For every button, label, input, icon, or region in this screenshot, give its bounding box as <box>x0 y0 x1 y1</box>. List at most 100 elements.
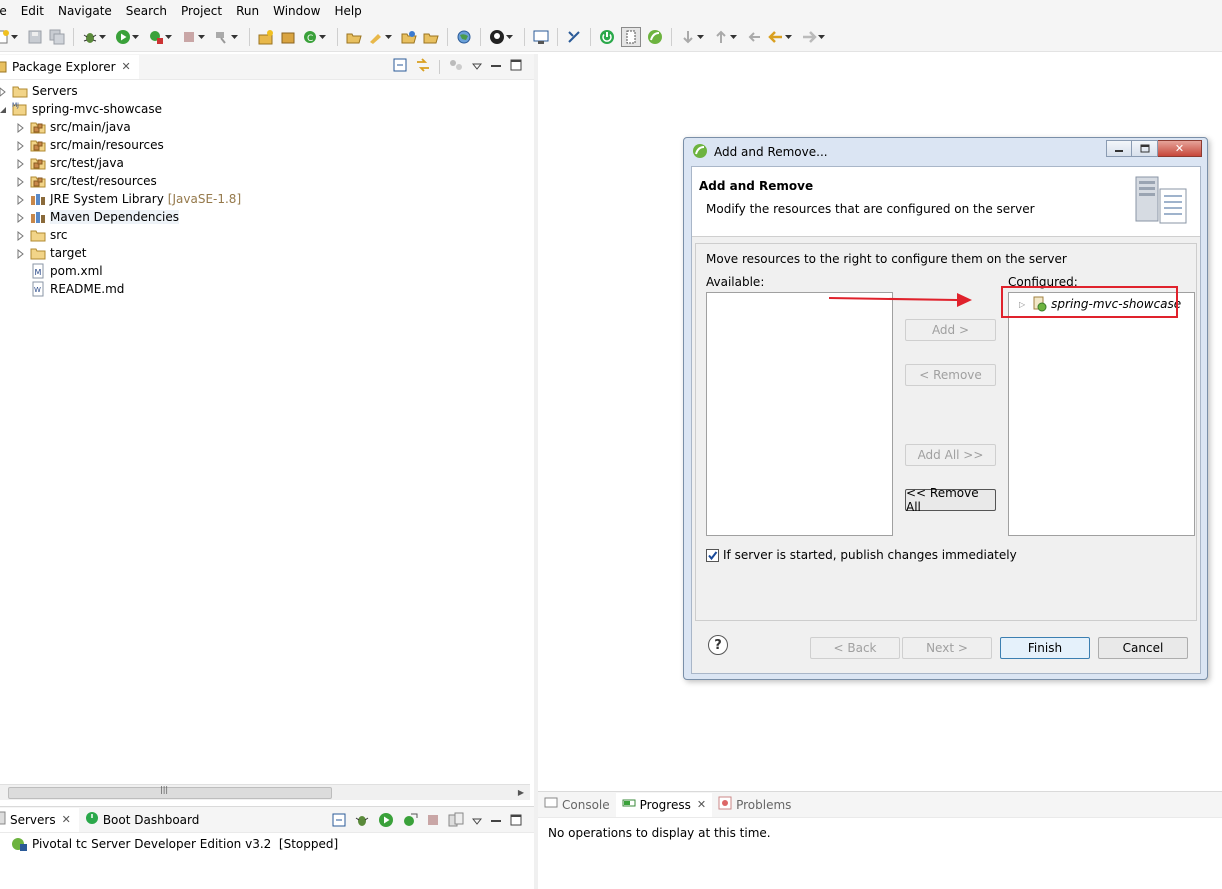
chevron-down-icon[interactable] <box>506 34 513 39</box>
new-package-icon[interactable] <box>280 29 296 45</box>
back-button[interactable]: < Back <box>810 637 900 659</box>
remove-button[interactable]: < Remove <box>905 364 996 386</box>
collapse-icon[interactable] <box>0 104 8 114</box>
chevron-down-icon[interactable] <box>785 34 792 39</box>
chevron-down-icon[interactable] <box>231 34 238 39</box>
tab-progress[interactable]: Progress ✕ <box>615 792 713 817</box>
available-list[interactable] <box>706 292 893 536</box>
tree-item[interactable]: src/test/resources <box>16 172 157 190</box>
chevron-down-icon[interactable] <box>11 34 18 39</box>
menu-item[interactable]: Project <box>174 1 229 21</box>
cancel-button[interactable]: Cancel <box>1098 637 1188 659</box>
chevron-down-icon[interactable] <box>319 34 326 39</box>
maximize-icon[interactable] <box>510 814 522 829</box>
configured-list[interactable]: ▷ spring-mvc-showcase <box>1008 292 1195 536</box>
next-annotation-icon[interactable] <box>680 29 696 45</box>
chevron-down-icon[interactable] <box>165 34 172 39</box>
run-icon[interactable] <box>378 812 394 831</box>
power-icon[interactable] <box>599 29 615 45</box>
tree-item[interactable]: JRE System Library [JavaSE-1.8] <box>16 190 241 208</box>
tree-item[interactable]: src/test/java <box>16 154 124 172</box>
chevron-down-icon[interactable] <box>385 34 392 39</box>
menu-item[interactable]: Window <box>266 1 327 21</box>
console-icon[interactable] <box>533 29 549 45</box>
minimize-icon[interactable] <box>490 60 502 74</box>
collapse-all-icon[interactable] <box>393 58 407 75</box>
open-task-icon[interactable] <box>401 29 417 45</box>
open-type-icon[interactable] <box>346 29 362 45</box>
expand-icon[interactable] <box>16 176 26 188</box>
publish-checkbox[interactable] <box>706 548 719 562</box>
expand-icon[interactable] <box>16 122 26 134</box>
menu-item[interactable]: Navigate <box>51 1 119 21</box>
chevron-down-icon[interactable] <box>697 34 704 39</box>
minimize-button[interactable] <box>1106 140 1132 157</box>
toggle-mark-icon[interactable] <box>566 29 582 45</box>
menu-item[interactable]: Edit <box>14 1 51 21</box>
block-selection-icon[interactable] <box>621 26 641 47</box>
horizontal-scrollbar[interactable]: ||| ▶ <box>0 784 530 800</box>
expand-icon[interactable]: ▷ <box>1019 300 1025 309</box>
next-button[interactable]: Next > <box>902 637 992 659</box>
spring-icon[interactable] <box>647 29 663 45</box>
view-menu-icon[interactable] <box>471 60 483 74</box>
back-icon[interactable] <box>768 29 784 45</box>
publish-icon[interactable] <box>448 812 464 831</box>
new-java-project-icon[interactable] <box>258 29 274 45</box>
close-icon[interactable]: ✕ <box>62 813 71 826</box>
new-class-icon[interactable]: C <box>302 29 318 45</box>
tab-servers[interactable]: Servers ✕ <box>0 807 79 832</box>
menu-item[interactable]: le <box>0 1 14 21</box>
tree-item[interactable]: target <box>16 244 87 262</box>
last-edit-icon[interactable] <box>746 29 762 45</box>
chevron-down-icon[interactable] <box>730 34 737 39</box>
add-button[interactable]: Add > <box>905 319 996 341</box>
open-folder-icon[interactable] <box>423 29 439 45</box>
close-icon[interactable]: ✕ <box>122 60 131 73</box>
focus-icon[interactable] <box>448 58 464 75</box>
tree-item[interactable]: Maven Dependencies <box>16 208 180 226</box>
globe-icon[interactable] <box>456 29 472 45</box>
profile-icon[interactable] <box>402 812 418 831</box>
chevron-down-icon[interactable] <box>198 34 205 39</box>
save-all-icon[interactable] <box>49 29 65 45</box>
view-menu-icon[interactable] <box>471 815 483 829</box>
forward-icon[interactable] <box>801 29 817 45</box>
expand-icon[interactable] <box>16 140 26 152</box>
close-icon[interactable]: ✕ <box>697 798 706 811</box>
run-icon[interactable] <box>115 29 131 45</box>
debug-icon[interactable] <box>354 812 370 831</box>
scroll-right-icon[interactable]: ▶ <box>518 788 524 797</box>
chevron-down-icon[interactable] <box>818 34 825 39</box>
tab-boot-dashboard[interactable]: Boot Dashboard <box>79 808 206 832</box>
expand-icon[interactable] <box>0 86 8 97</box>
menu-item[interactable]: Help <box>327 1 368 21</box>
expand-icon[interactable] <box>16 212 26 224</box>
add-all-button[interactable]: Add All >> <box>905 444 996 466</box>
stop-icon[interactable] <box>181 29 197 45</box>
chevron-down-icon[interactable] <box>132 34 139 39</box>
chevron-down-icon[interactable] <box>99 34 106 39</box>
remove-all-button[interactable]: << Remove All <box>905 486 996 514</box>
external-tools-icon[interactable] <box>214 29 230 45</box>
tree-item[interactable]: src/main/resources <box>16 136 164 154</box>
server-entry[interactable]: Pivotal tc Server Developer Edition v3.2… <box>10 835 338 853</box>
stop-icon[interactable] <box>426 813 440 830</box>
expand-icon[interactable] <box>16 248 26 260</box>
menu-item[interactable]: Search <box>119 1 174 21</box>
coverage-icon[interactable] <box>148 29 164 45</box>
tree-item[interactable]: MJ spring-mvc-showcase <box>0 100 162 118</box>
maximize-button[interactable] <box>1132 140 1158 157</box>
menu-item[interactable]: Run <box>229 1 266 21</box>
perspective-icon[interactable] <box>489 29 505 45</box>
scrollbar-thumb[interactable] <box>8 787 332 799</box>
collapse-all-icon[interactable] <box>332 813 346 830</box>
tree-item[interactable]: Mpom.xml <box>16 262 103 280</box>
publish-checkbox-row[interactable]: If server is started, publish changes im… <box>706 548 1017 562</box>
dialog-titlebar[interactable]: Add and Remove... ✕ <box>684 138 1207 166</box>
list-item[interactable]: ▷ spring-mvc-showcase <box>1019 296 1181 312</box>
new-icon[interactable] <box>0 29 10 45</box>
tree-item[interactable]: src/main/java <box>16 118 131 136</box>
tab-problems[interactable]: Problems <box>712 793 797 817</box>
close-button[interactable]: ✕ <box>1158 140 1202 157</box>
